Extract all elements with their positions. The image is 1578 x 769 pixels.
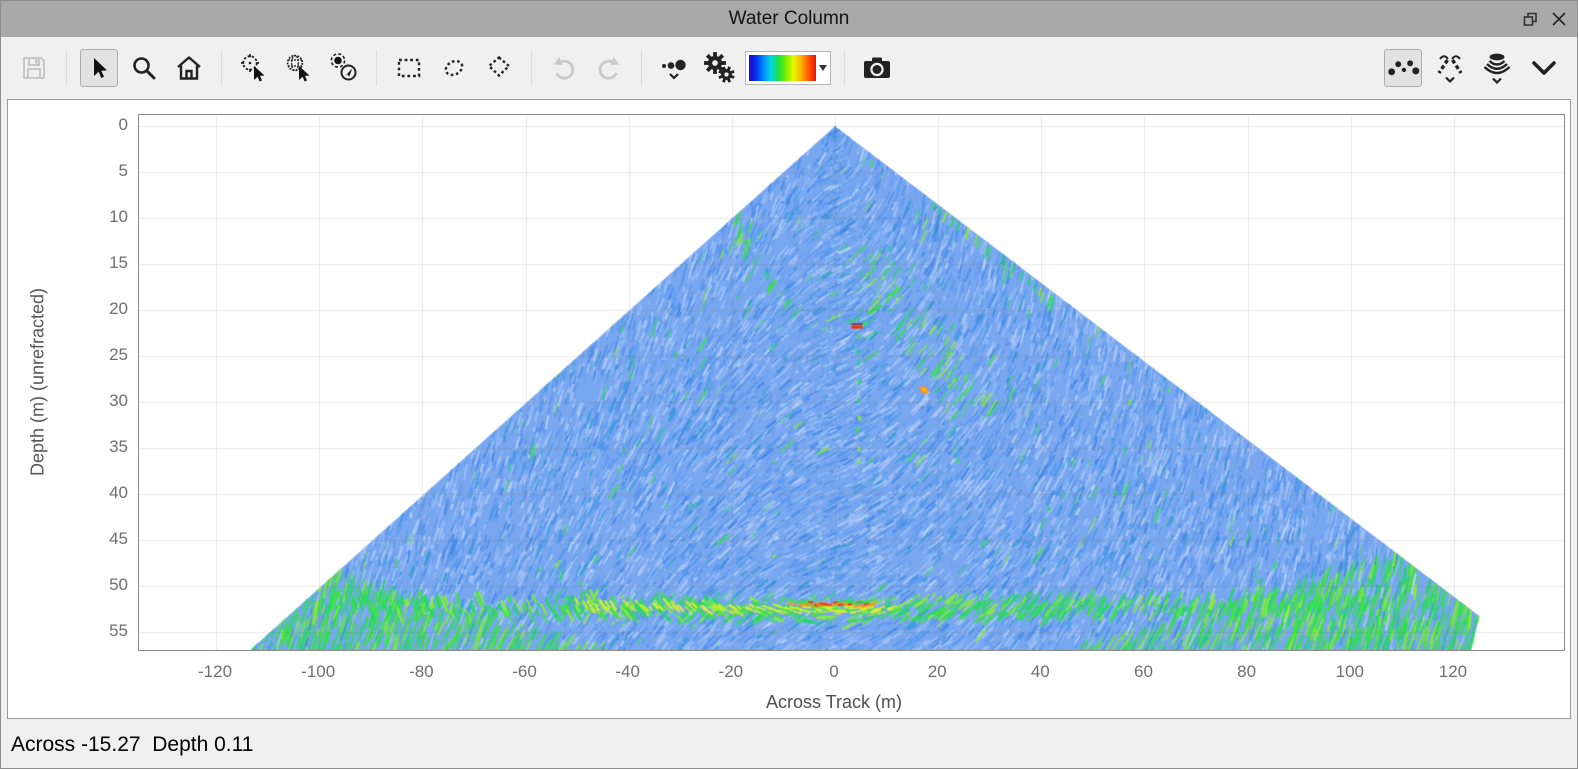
camera-snapshot-icon: [862, 53, 892, 83]
status-bar: Across -15.27 Depth 0.11: [1, 719, 1577, 769]
polygon-select-button[interactable]: [480, 49, 518, 87]
cursor-position-readout: Across -15.27 Depth 0.11: [11, 733, 253, 757]
x-tick-label: 120: [1439, 662, 1467, 682]
colormap-gradient: [749, 55, 816, 81]
ellipse-select-button[interactable]: [435, 49, 473, 87]
ellipse-select-icon: [440, 54, 468, 82]
home-icon: [175, 54, 203, 82]
x-tick-label: -100: [301, 662, 335, 682]
x-tick-label: -60: [512, 662, 537, 682]
y-tick-label: 20: [8, 298, 128, 320]
polygon-select-icon: [485, 54, 513, 82]
chevron-down-icon: [1446, 78, 1454, 82]
fan-display-icon: [1480, 52, 1514, 84]
cursor-select-icon: [87, 56, 111, 80]
water-column-canvas[interactable]: [139, 115, 1564, 650]
x-tick-label: 0: [829, 662, 838, 682]
plot-panel: Depth (m) (unrefracted) Across Track (m)…: [7, 99, 1571, 719]
follow-compass-icon: [329, 53, 359, 83]
save-button[interactable]: [15, 49, 53, 87]
float-icon[interactable]: [1522, 11, 1538, 27]
y-tick-label: 50: [8, 574, 128, 596]
settings-button[interactable]: [700, 49, 738, 87]
x-tick-label: 40: [1031, 662, 1050, 682]
beams-display-icon: [1433, 52, 1467, 84]
toolbar-separator: [531, 50, 532, 86]
zoom-button[interactable]: [125, 49, 163, 87]
collapse-button[interactable]: [1525, 49, 1563, 87]
redo-icon: [595, 54, 623, 82]
fan-display-button[interactable]: [1478, 49, 1516, 87]
x-tick-label: -40: [615, 662, 640, 682]
chevron-down-icon: [819, 65, 827, 71]
y-tick-label: 15: [8, 252, 128, 274]
chevron-down-icon: [1493, 79, 1501, 83]
x-axis-label: Across Track (m): [766, 692, 902, 713]
water-column-window: Water Column: [0, 0, 1578, 769]
toolbar: [1, 37, 1577, 99]
y-tick-label: 55: [8, 620, 128, 642]
cursor-select-button[interactable]: [80, 49, 118, 87]
snapshot-button[interactable]: [858, 49, 896, 87]
zoom-icon: [131, 55, 157, 81]
toolbar-separator: [221, 50, 222, 86]
settings-gears-icon: [702, 51, 736, 85]
pick-globe-button[interactable]: [280, 49, 318, 87]
rectangle-select-button[interactable]: [390, 49, 428, 87]
chevron-down-icon: [670, 74, 678, 78]
y-tick-label: 5: [8, 160, 128, 182]
display-mode-tools: [1384, 49, 1563, 87]
toolbar-separator: [641, 50, 642, 86]
y-tick-label: 30: [8, 390, 128, 412]
rectangle-select-icon: [395, 54, 423, 82]
water-column-fan-plot[interactable]: [138, 114, 1565, 651]
y-tick-label: 25: [8, 344, 128, 366]
points-display-button[interactable]: [1384, 49, 1422, 87]
undo-icon: [550, 54, 578, 82]
x-tick-label: 80: [1237, 662, 1256, 682]
point-size-button[interactable]: [655, 49, 693, 87]
x-tick-label: -120: [198, 662, 232, 682]
beams-display-button[interactable]: [1431, 49, 1469, 87]
close-icon[interactable]: [1551, 11, 1567, 27]
y-tick-label: 10: [8, 206, 128, 228]
window-title: Water Column: [1, 1, 1577, 37]
x-tick-label: -20: [719, 662, 744, 682]
pick-globe-icon: [284, 53, 314, 83]
home-button[interactable]: [170, 49, 208, 87]
x-tick-label: 20: [928, 662, 947, 682]
toolbar-separator: [844, 50, 845, 86]
window-controls: [1522, 1, 1567, 37]
x-tick-label: 100: [1336, 662, 1364, 682]
pick-point-icon: [239, 53, 269, 83]
points-display-icon: [1385, 56, 1421, 80]
x-tick-label: 60: [1134, 662, 1153, 682]
title-bar[interactable]: Water Column: [1, 1, 1577, 37]
redo-button[interactable]: [590, 49, 628, 87]
toolbar-separator: [66, 50, 67, 86]
undo-button[interactable]: [545, 49, 583, 87]
collapse-chevron-icon: [1529, 55, 1559, 81]
y-tick-label: 40: [8, 482, 128, 504]
x-tick-label: -80: [409, 662, 434, 682]
point-size-icon: [659, 53, 689, 83]
toolbar-separator: [376, 50, 377, 86]
y-tick-label: 0: [8, 114, 128, 136]
y-tick-label: 45: [8, 528, 128, 550]
y-tick-label: 35: [8, 436, 128, 458]
colormap-dropdown[interactable]: [745, 51, 831, 85]
pick-point-button[interactable]: [235, 49, 273, 87]
save-icon: [20, 54, 48, 82]
follow-compass-button[interactable]: [325, 49, 363, 87]
